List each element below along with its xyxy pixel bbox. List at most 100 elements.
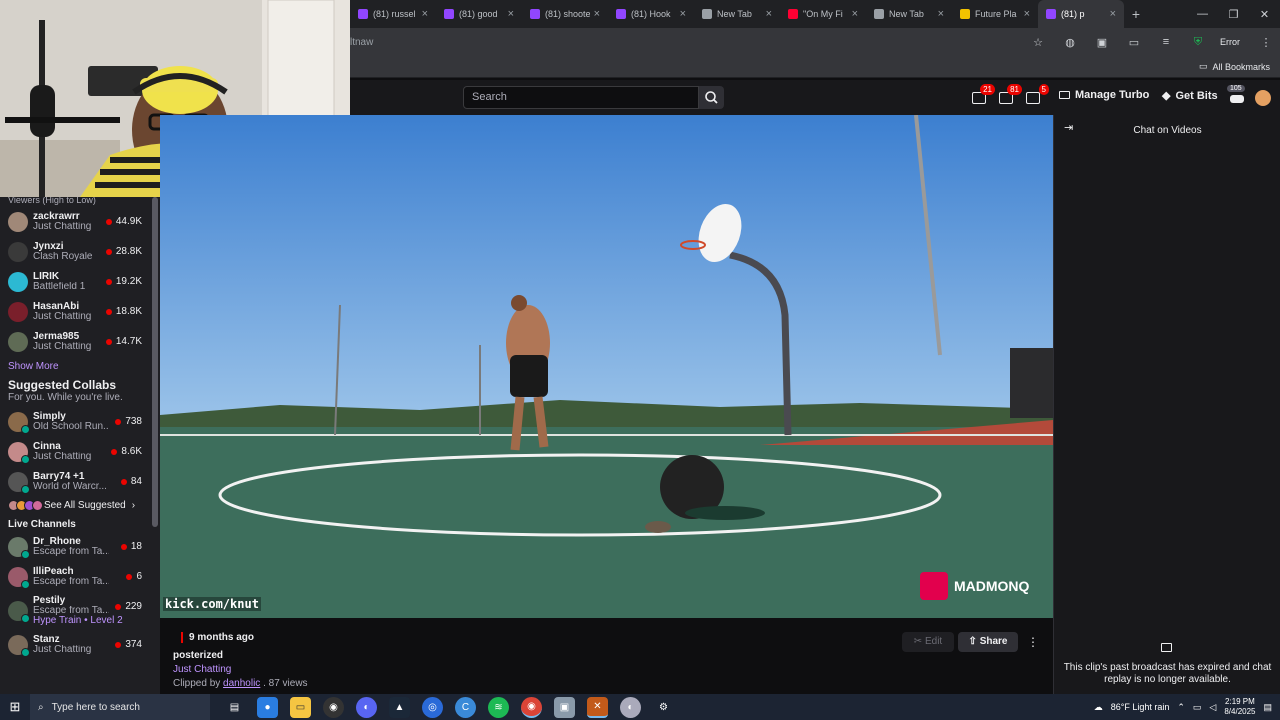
- share-button[interactable]: ⇧ Share: [958, 632, 1018, 652]
- channel-info: Barry74 +1 World of Warcr...: [33, 472, 109, 492]
- tab-close-icon[interactable]: ×: [1024, 8, 1030, 20]
- sidebar-channel[interactable]: Cinna Just Chatting 8.6K: [0, 437, 160, 467]
- browser-tab[interactable]: (81) shoote ×: [522, 0, 608, 28]
- get-bits-button[interactable]: ◆ Get Bits: [1162, 89, 1218, 103]
- channel-info: Jynxzi Clash Royale: [33, 242, 109, 262]
- manage-turbo-button[interactable]: Manage Turbo: [1059, 89, 1149, 101]
- browser-tab[interactable]: (81) russel ×: [350, 0, 436, 28]
- shield-icon[interactable]: ⛨: [1188, 36, 1208, 49]
- sidebar-channel[interactable]: Simply Old School Run... 738: [0, 407, 160, 437]
- obs-icon[interactable]: ◉: [323, 696, 344, 718]
- more-options-icon[interactable]: ⋮: [1026, 632, 1040, 652]
- channel-info: Simply Old School Run...: [33, 412, 109, 432]
- sidebar-channel[interactable]: IlliPeach Escape from Ta... 6: [0, 562, 160, 592]
- spotify-icon[interactable]: ≋: [488, 696, 509, 718]
- browser-icon[interactable]: ◎: [422, 696, 443, 718]
- viewer-count: 374: [115, 639, 142, 650]
- sidebar-channel[interactable]: LIRIK Battlefield 1 19.2K: [0, 267, 160, 297]
- prime-loot-icon[interactable]: 21: [972, 83, 995, 104]
- bookmark-star-icon[interactable]: ☆: [1028, 36, 1048, 49]
- sidebar-channel[interactable]: zackrawrr Just Chatting 44.9K: [0, 207, 160, 237]
- settings-icon[interactable]: ⚙: [653, 697, 674, 718]
- tab-close-icon[interactable]: ×: [508, 8, 514, 20]
- new-tab-button[interactable]: +: [1124, 6, 1148, 22]
- sidebar-channel[interactable]: Barry74 +1 World of Warcr... 84: [0, 467, 160, 497]
- minimize-icon[interactable]: —: [1187, 8, 1218, 21]
- tab-close-icon[interactable]: ×: [1110, 8, 1116, 20]
- sidebar-channel[interactable]: Stanz Just Chatting 374: [0, 630, 160, 660]
- search-input[interactable]: Search: [463, 86, 699, 109]
- browser-tab[interactable]: (81) p ×: [1038, 0, 1124, 28]
- windows-start-icon[interactable]: ⊞: [0, 699, 30, 715]
- browser-tab[interactable]: New Tab ×: [694, 0, 780, 28]
- edit-button[interactable]: ✂ Edit: [902, 632, 954, 652]
- madmonq-watermark: MADMONQ: [920, 572, 1029, 600]
- clipper-link[interactable]: danholic: [223, 678, 260, 689]
- clip-category-link[interactable]: Just Chatting: [173, 664, 231, 675]
- tab-close-icon[interactable]: ×: [766, 8, 772, 20]
- discord-icon[interactable]: ◐: [356, 696, 377, 718]
- user-avatar[interactable]: [1255, 90, 1271, 106]
- sidebar-channel[interactable]: Dr_Rhone Escape from Ta... 18: [0, 532, 160, 562]
- tray-chevron-icon[interactable]: ⌃: [1177, 702, 1185, 713]
- channel-game: Battlefield 1: [33, 282, 86, 292]
- extension-icon[interactable]: ◍: [1060, 36, 1080, 49]
- cast-icon[interactable]: ▭: [1124, 36, 1144, 49]
- browser-tab[interactable]: Future Pla ×: [952, 0, 1038, 28]
- app-gray-icon[interactable]: ◐: [620, 696, 641, 718]
- sidebar-channel[interactable]: Pestily Escape from Ta... Hype Train • Lev…: [0, 592, 160, 630]
- see-all-suggested-link[interactable]: See All Suggested ›: [0, 497, 160, 519]
- chrome-icon[interactable]: ◉: [521, 696, 542, 718]
- sort-label[interactable]: Viewers (High to Low): [0, 197, 160, 207]
- browser-tab[interactable]: "On My Fi ×: [780, 0, 866, 28]
- browser-tab[interactable]: (81) good ×: [436, 0, 522, 28]
- turbo-toggle-icon[interactable]: [1230, 95, 1244, 103]
- network-icon[interactable]: ▭: [1193, 702, 1202, 713]
- video-player[interactable]: kick.com/knut MADMONQ: [160, 115, 1053, 618]
- terminal-icon[interactable]: ✕: [587, 696, 608, 718]
- tab-close-icon[interactable]: ×: [938, 8, 944, 20]
- channel-info: Dr_Rhone Escape from Ta...: [33, 537, 109, 557]
- sidebar-channel[interactable]: Jynxzi Clash Royale 28.8K: [0, 237, 160, 267]
- clock[interactable]: 2:19 PM 8/4/2025: [1224, 697, 1255, 717]
- taskbar-search[interactable]: ⌕ Type here to search: [30, 694, 210, 720]
- channel-avatar: [8, 442, 30, 464]
- app-c-icon[interactable]: C: [455, 696, 476, 718]
- browser-tab[interactable]: (81) Hook ×: [608, 0, 694, 28]
- notifications-icon[interactable]: ▤: [1263, 702, 1272, 713]
- tab-close-icon[interactable]: ×: [852, 8, 858, 20]
- close-window-icon[interactable]: ✕: [1249, 8, 1280, 21]
- weather-text[interactable]: 86°F Light rain: [1111, 702, 1170, 712]
- turbo-label: Manage Turbo: [1075, 89, 1150, 101]
- steam-icon[interactable]: ▲: [389, 696, 410, 718]
- puzzle-icon[interactable]: ▣: [1092, 36, 1112, 49]
- task-view-icon[interactable]: ▤: [224, 697, 245, 718]
- address-bar[interactable]: ltnaw: [350, 37, 1028, 48]
- loot-badge: 21: [980, 83, 995, 95]
- sidebar-channel[interactable]: HasanAbi Just Chatting 18.8K: [0, 297, 160, 327]
- volume-icon[interactable]: ◁: [1209, 702, 1216, 713]
- inbox-icon[interactable]: 81: [999, 83, 1022, 104]
- sidebar-channel[interactable]: Jerma985 Just Chatting 14.7K: [0, 327, 160, 357]
- file-explorer-icon[interactable]: ▭: [290, 696, 311, 718]
- all-bookmarks-button[interactable]: All Bookmarks: [1212, 62, 1270, 72]
- sidebar-scrollbar[interactable]: [152, 197, 158, 527]
- menu-icon[interactable]: ⋮: [1256, 36, 1276, 49]
- weather-icon[interactable]: ☁: [1094, 702, 1103, 713]
- restore-icon[interactable]: ❐: [1218, 8, 1249, 21]
- tab-close-icon[interactable]: ×: [594, 8, 600, 20]
- browser-tab[interactable]: New Tab ×: [866, 0, 952, 28]
- app-icon[interactable]: ▣: [554, 696, 575, 718]
- error-button[interactable]: Error: [1220, 37, 1240, 47]
- media-icon[interactable]: ≡: [1156, 36, 1176, 48]
- copilot-icon[interactable]: ●: [257, 696, 278, 718]
- hype-train-label: Hype Train • Level 2: [33, 615, 123, 626]
- tab-close-icon[interactable]: ×: [680, 8, 686, 20]
- whispers-icon[interactable]: 5: [1026, 83, 1049, 104]
- search-button[interactable]: [699, 86, 724, 109]
- show-more-link[interactable]: Show More: [0, 357, 160, 378]
- channel-name: HasanAbi: [33, 301, 80, 312]
- chevron-right-icon: ›: [131, 500, 136, 511]
- tab-close-icon[interactable]: ×: [422, 8, 428, 20]
- tab-favicon-icon: [702, 9, 712, 19]
